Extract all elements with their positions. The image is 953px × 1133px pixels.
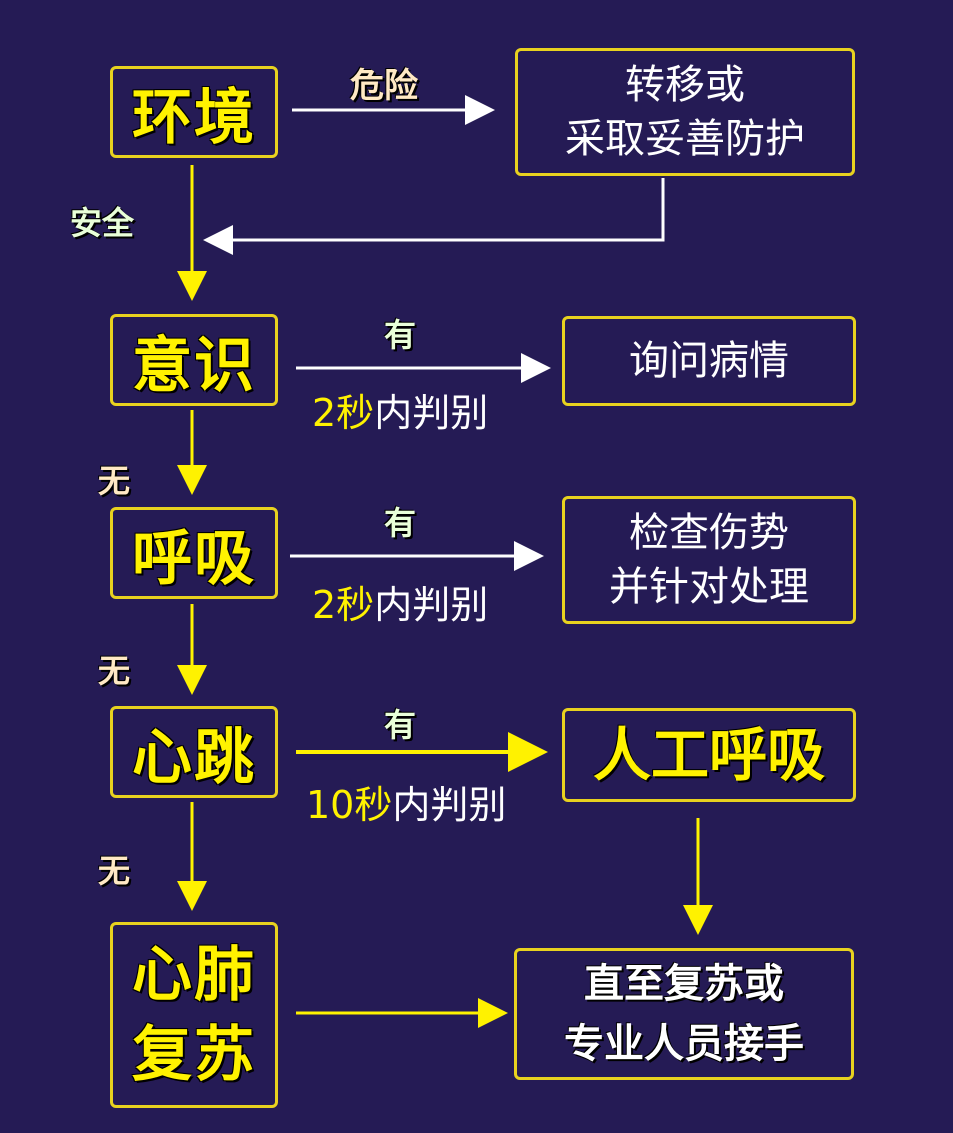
- label-yes-consciousness: 有: [384, 316, 417, 354]
- note-heartbeat-time-rest: 内判别: [392, 783, 507, 827]
- outcome-check-line1: 检查伤势: [629, 510, 789, 556]
- label-yes-heartbeat: 有: [384, 706, 417, 744]
- outcome-artificial-breathing: 人工呼吸: [562, 708, 856, 802]
- label-no-consciousness: 无: [98, 462, 131, 500]
- label-no-breathing: 无: [98, 652, 131, 690]
- step-heartbeat-label: 心跳: [132, 722, 256, 793]
- note-consciousness-time-num: 2秒: [312, 391, 375, 435]
- label-danger: 危险: [350, 66, 418, 106]
- step-cpr-line2: 复苏: [132, 1020, 256, 1090]
- outcome-check-line2: 并针对处理: [609, 564, 809, 610]
- note-breathing-time: 2秒内判别: [312, 574, 488, 629]
- label-safe: 安全: [70, 204, 135, 242]
- outcome-ask: 询问病情: [562, 316, 856, 406]
- step-environment-label: 环境: [132, 82, 256, 153]
- note-breathing-time-num: 2秒: [312, 583, 375, 627]
- note-breathing-time-rest: 内判别: [374, 583, 489, 627]
- outcome-ask-label: 询问病情: [629, 338, 789, 384]
- outcome-until-line2: 专业人员接手: [564, 1021, 804, 1067]
- outcome-move-line1: 转移或: [625, 62, 745, 108]
- note-heartbeat-time: 10秒内判别: [306, 774, 506, 829]
- step-environment: 环境: [110, 66, 278, 158]
- step-breathing: 呼吸: [110, 507, 278, 599]
- step-breathing-label: 呼吸: [132, 523, 256, 594]
- note-consciousness-time: 2秒内判别: [312, 382, 488, 437]
- label-yes-breathing: 有: [384, 504, 417, 542]
- step-cpr-line1: 心肺: [132, 940, 256, 1010]
- step-cpr: 心肺 复苏: [110, 922, 278, 1108]
- outcome-check: 检查伤势 并针对处理: [562, 496, 856, 624]
- note-consciousness-time-rest: 内判别: [374, 391, 489, 435]
- step-heartbeat: 心跳: [110, 706, 278, 798]
- step-consciousness-label: 意识: [132, 330, 256, 401]
- outcome-move: 转移或 采取妥善防护: [515, 48, 855, 176]
- outcome-artificial-breathing-label: 人工呼吸: [592, 721, 825, 789]
- outcome-move-line2: 采取妥善防护: [565, 116, 805, 162]
- note-heartbeat-time-num: 10秒: [306, 783, 393, 827]
- label-no-heartbeat: 无: [98, 852, 131, 890]
- outcome-until-line1: 直至复苏或: [584, 961, 784, 1007]
- step-consciousness: 意识: [110, 314, 278, 406]
- outcome-until: 直至复苏或 专业人员接手: [514, 948, 854, 1080]
- arrow-return: [203, 178, 665, 255]
- flowchart: 环境 意识 呼吸 心跳 心肺 复苏 转移或 采取妥善防护 询问病情 检查伤势 并…: [0, 0, 953, 1133]
